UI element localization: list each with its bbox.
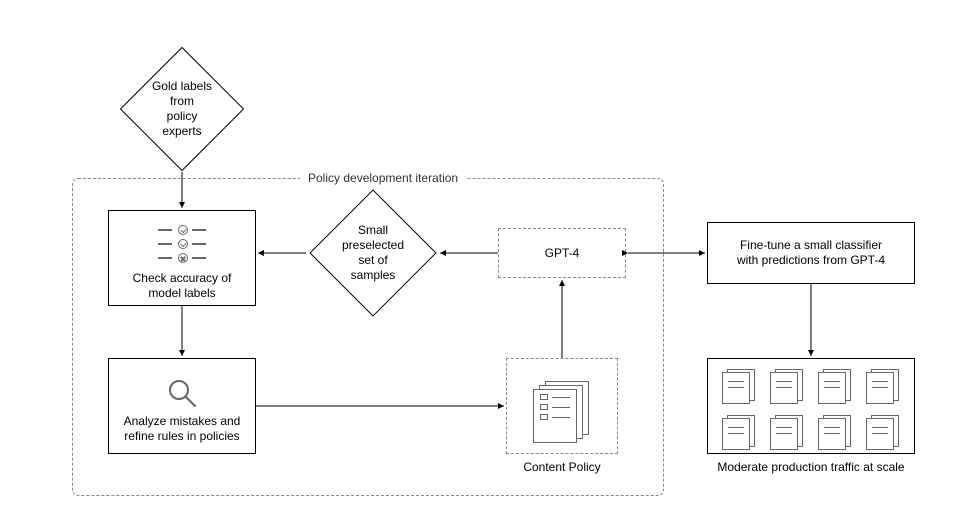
node-content-policy	[506, 358, 618, 454]
content-policy-text: Content Policy	[523, 460, 600, 475]
node-check-accuracy: Check accuracy of model labels	[108, 210, 256, 306]
moderate-text: Moderate production traffic at scale	[717, 460, 904, 475]
iteration-frame-label: Policy development iteration	[300, 171, 466, 185]
documents-grid-icon	[722, 369, 900, 451]
checklist-icon	[158, 225, 206, 263]
node-analyze: Analyze mistakes and refine rules in pol…	[108, 358, 256, 454]
check-accuracy-text: Check accuracy of model labels	[133, 271, 232, 301]
diagram-stage: Policy development iteration Gold labels…	[0, 0, 980, 517]
finetune-text: Fine-tune a small classifier with predic…	[737, 238, 885, 268]
node-gold-labels: Gold labels from policy experts	[120, 47, 244, 171]
gold-labels-text: Gold labels from policy experts	[147, 79, 217, 139]
document-stack-icon	[533, 381, 591, 439]
node-finetune: Fine-tune a small classifier with predic…	[707, 222, 915, 284]
small-set-text: Small preselected set of samples	[337, 223, 409, 283]
analyze-text: Analyze mistakes and refine rules in pol…	[124, 414, 241, 444]
node-gpt4: GPT-4	[498, 228, 626, 278]
content-policy-caption: Content Policy	[506, 460, 618, 475]
iteration-label-text: Policy development iteration	[308, 171, 458, 185]
gpt4-text: GPT-4	[545, 246, 580, 261]
moderate-caption: Moderate production traffic at scale	[707, 460, 915, 475]
node-moderate	[707, 358, 915, 454]
magnifier-icon	[165, 376, 199, 410]
